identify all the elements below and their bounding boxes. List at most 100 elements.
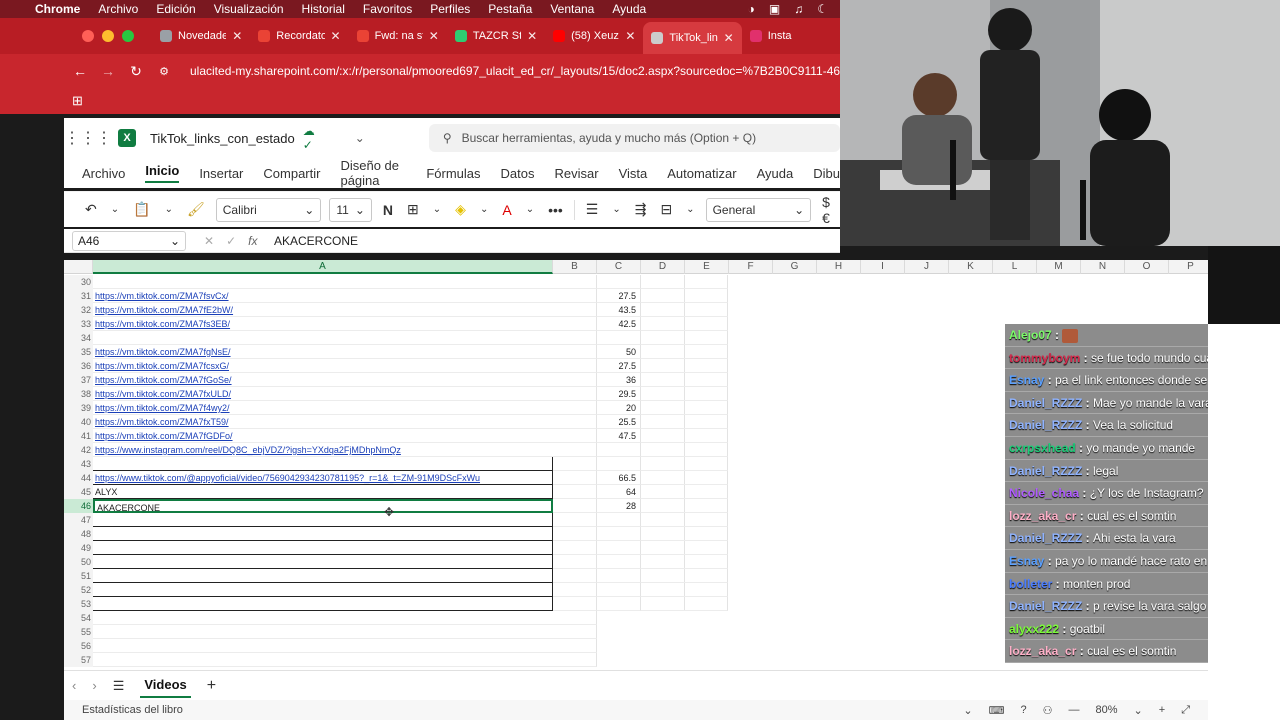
row-header[interactable]: 46 <box>64 499 93 513</box>
cell-b[interactable] <box>553 289 597 303</box>
cell-a[interactable]: https://vm.tiktok.com/ZMA7fgNsE/ <box>93 345 553 359</box>
column-header[interactable]: J <box>905 260 949 274</box>
close-tab-icon[interactable]: ✕ <box>625 29 635 43</box>
cell-c[interactable] <box>597 569 641 583</box>
browser-tab-active[interactable]: TikTok_link ✕ <box>643 22 742 54</box>
cell-b[interactable] <box>553 611 597 625</box>
cell-a[interactable] <box>93 569 553 583</box>
cell-e[interactable] <box>684 387 728 401</box>
cell-d[interactable] <box>641 415 685 429</box>
search-input[interactable]: ⚲ Buscar herramientas, ayuda y mucho más… <box>428 124 840 152</box>
column-header[interactable]: M <box>1037 260 1081 274</box>
chat-username[interactable]: Daniel_RZZZ <box>1009 396 1082 410</box>
chat-username[interactable]: Nicole_chaa <box>1009 486 1079 500</box>
zoom-out-icon[interactable]: — <box>1069 704 1080 716</box>
tab-vista[interactable]: Vista <box>619 166 648 181</box>
cell-d[interactable] <box>641 555 685 569</box>
tab-inicio[interactable]: Inicio <box>145 163 180 183</box>
prev-sheet-icon[interactable]: ‹ <box>72 678 76 693</box>
formula-input[interactable]: AKACERCONE <box>274 234 358 248</box>
column-header[interactable]: C <box>597 260 641 274</box>
cell-d[interactable] <box>641 373 685 387</box>
chevron-down-icon[interactable]: ⌄ <box>683 202 697 217</box>
cell-c[interactable] <box>597 527 641 541</box>
tab-insertar[interactable]: Insertar <box>199 166 243 181</box>
cell-c[interactable]: 25.5 <box>597 415 641 429</box>
font-color-icon[interactable]: A <box>499 200 514 220</box>
row-header[interactable]: 52 <box>64 583 93 597</box>
cell-a[interactable]: https://www.tiktok.com/@appyoficial/vide… <box>93 471 553 485</box>
cell-c[interactable]: 27.5 <box>597 359 641 373</box>
column-header[interactable]: P <box>1169 260 1208 274</box>
column-header[interactable]: D <box>641 260 685 274</box>
cell-a[interactable] <box>93 653 553 667</box>
chat-username[interactable]: Daniel_RZZZ <box>1009 464 1082 478</box>
zoom-window-button[interactable] <box>122 30 134 42</box>
cell-c[interactable]: 36 <box>597 373 641 387</box>
column-header[interactable]: K <box>949 260 993 274</box>
cell-b[interactable] <box>553 429 597 443</box>
cell-c[interactable]: 47.5 <box>597 429 641 443</box>
row-header[interactable]: 56 <box>64 639 93 653</box>
column-header[interactable]: N <box>1081 260 1125 274</box>
cell-b[interactable] <box>553 345 597 359</box>
cell-a[interactable]: https://vm.tiktok.com/ZMA7fGDFo/ <box>93 429 553 443</box>
browser-tab[interactable]: TAZCR Stre ✕ <box>447 22 545 50</box>
cell-e[interactable] <box>684 373 728 387</box>
cell-e[interactable] <box>684 583 728 597</box>
cell-b[interactable] <box>553 527 597 541</box>
column-header[interactable]: B <box>553 260 597 274</box>
close-tab-icon[interactable]: ✕ <box>429 29 439 43</box>
cell-c[interactable]: 43.5 <box>597 303 641 317</box>
cell-a[interactable]: https://vm.tiktok.com/ZMA7fs3EB/ <box>93 317 553 331</box>
cell-a[interactable] <box>93 583 553 597</box>
sheet-list-icon[interactable]: ☰ <box>113 678 125 694</box>
cell-c[interactable]: 27.5 <box>597 289 641 303</box>
bold-button[interactable]: N <box>380 200 396 220</box>
row-header[interactable]: 49 <box>64 541 93 555</box>
close-tab-icon[interactable]: ✕ <box>232 29 242 43</box>
close-window-button[interactable] <box>82 30 94 42</box>
row-header[interactable]: 43 <box>64 457 93 471</box>
app-launcher-icon[interactable]: ⋮⋮⋮ <box>64 128 112 148</box>
menu-edicion[interactable]: Edición <box>147 2 204 16</box>
screen-icon[interactable]: ▣ <box>769 2 780 16</box>
cell-b[interactable] <box>553 275 597 289</box>
cell-e[interactable] <box>684 331 728 345</box>
menu-visualizacion[interactable]: Visualización <box>205 2 293 16</box>
url-field[interactable]: ulacited-my.sharepoint.com/:x:/r/persona… <box>190 64 840 78</box>
format-painter-icon[interactable]: 🖌 <box>184 199 208 220</box>
row-header[interactable]: 51 <box>64 569 93 583</box>
cell-e[interactable] <box>684 443 728 457</box>
tab-revisar[interactable]: Revisar <box>554 166 598 181</box>
close-tab-icon[interactable]: ✕ <box>724 31 734 45</box>
chevron-down-icon[interactable]: ⌄ <box>108 202 122 217</box>
menu-perfiles[interactable]: Perfiles <box>421 2 479 16</box>
tab-ayuda[interactable]: Ayuda <box>757 166 794 181</box>
help-icon[interactable]: ? <box>1021 704 1027 716</box>
cell-c[interactable] <box>597 541 641 555</box>
cell-a[interactable]: https://vm.tiktok.com/ZMA7fsvCx/ <box>93 289 553 303</box>
cell-d[interactable] <box>641 457 685 471</box>
undo-icon[interactable]: ↶ <box>82 199 100 220</box>
cell-c[interactable] <box>597 443 641 457</box>
cell-c[interactable] <box>597 583 641 597</box>
cell-b[interactable] <box>553 471 597 485</box>
row-header[interactable]: 32 <box>64 303 93 317</box>
cell-a[interactable]: https://vm.tiktok.com/ZMA7fcsxG/ <box>93 359 553 373</box>
chat-username[interactable]: Daniel_RZZZ <box>1009 418 1082 432</box>
cell-b[interactable] <box>553 457 597 471</box>
cell-d[interactable] <box>641 429 685 443</box>
column-header[interactable]: I <box>861 260 905 274</box>
minimize-window-button[interactable] <box>102 30 114 42</box>
menu-chrome[interactable]: Chrome <box>26 2 89 16</box>
row-header[interactable]: 33 <box>64 317 93 331</box>
browser-tab[interactable]: Novedades ✕ <box>152 22 250 50</box>
cell-a[interactable] <box>93 639 553 653</box>
font-family-dropdown[interactable]: Calibri ⌄ <box>215 197 322 222</box>
cell-b[interactable] <box>553 331 597 345</box>
column-header[interactable]: G <box>773 260 817 274</box>
chat-username[interactable]: Esnay <box>1009 373 1044 387</box>
cell-e[interactable] <box>684 527 728 541</box>
cell-c[interactable]: 50 <box>597 345 641 359</box>
